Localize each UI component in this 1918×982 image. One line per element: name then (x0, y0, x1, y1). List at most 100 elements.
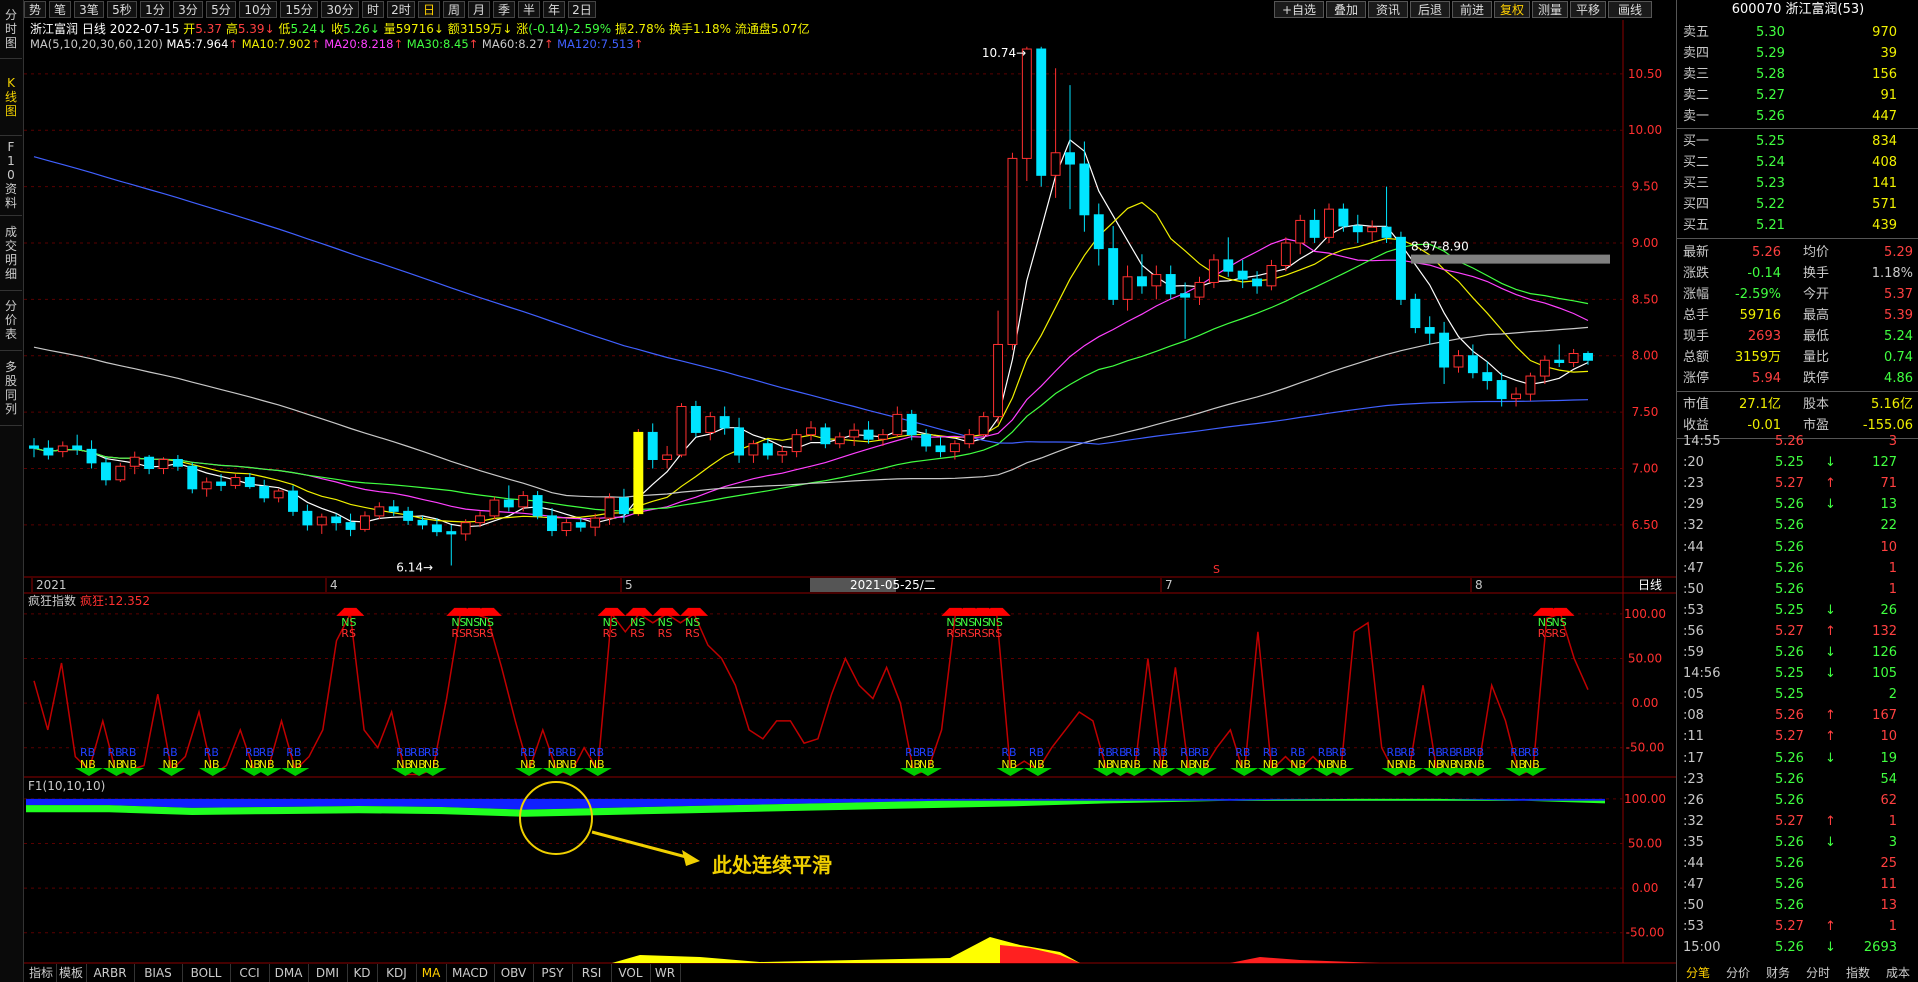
indicator2-bottom-red (1000, 945, 1080, 963)
bottom-tab-10[interactable]: MA (416, 964, 447, 982)
candle (115, 462, 126, 483)
candle (1482, 361, 1493, 390)
tick-volume: 2693 (1863, 940, 1897, 956)
bottom-tab-13[interactable]: PSY (533, 964, 573, 982)
nb-label: NB (561, 758, 577, 771)
bottom-tab-7[interactable]: DMI (308, 964, 348, 982)
rb-label: RB (1469, 746, 1484, 759)
bottom-tab-11[interactable]: MACD (446, 964, 495, 982)
bottom-tab-5[interactable]: CCI (230, 964, 270, 982)
tick-volume: 13 (1880, 898, 1897, 914)
indicator1-axis-label: 0.00 (1632, 696, 1659, 710)
candle (244, 473, 255, 489)
bottom-tab-4[interactable]: BOLL (182, 964, 231, 982)
tick-time: :47 (1683, 560, 1704, 576)
stat-label: 涨跌 (1683, 266, 1710, 281)
candle (921, 429, 932, 452)
bottom-tab-16[interactable]: WR (650, 964, 681, 982)
nb-label: NB (589, 758, 605, 771)
rb-label: RB (204, 746, 219, 759)
candle (43, 440, 54, 460)
bottom-tab-6[interactable]: DMA (269, 964, 309, 982)
bottom-tab-3[interactable]: BIAS (134, 964, 183, 982)
stat-value: 59716 (1739, 308, 1781, 323)
nb-label: NB (1235, 758, 1251, 771)
tick-direction: ↑ (1825, 813, 1836, 829)
tick-price: 5.26 (1775, 792, 1804, 808)
ask-price: 5.26 (1756, 109, 1785, 124)
bottom-tab-2[interactable]: ARBR (86, 964, 135, 982)
candle (647, 423, 658, 469)
bottom-tab-12[interactable]: OBV (494, 964, 534, 982)
fin-value: 5.16亿 (1871, 397, 1913, 412)
stat-row: 涨停 5.94 跌停 4.86 (1677, 368, 1918, 389)
tick-price: 5.26 (1775, 898, 1804, 914)
bottom-tab-8[interactable]: KD (347, 964, 378, 982)
tick-time: :23 (1683, 476, 1704, 492)
candle (978, 412, 989, 437)
tick-volume: 54 (1880, 771, 1897, 787)
candle (1568, 348, 1579, 368)
stat-label: 涨幅 (1683, 287, 1710, 302)
fin-value: 27.1亿 (1739, 397, 1781, 412)
overbought-marker (625, 607, 654, 616)
stat-value: 5.29 (1884, 245, 1913, 260)
quote-panel: 600070 浙江富润(53) 卖五 5.30 970 卖四 5.29 39 卖三 5.28 1… (1676, 0, 1918, 982)
tick-direction: ↓ (1825, 666, 1836, 682)
right-bottom-tab-0[interactable]: 分笔 (1678, 964, 1718, 982)
tick-row: 14:56 5.25 105 ↓ (1677, 663, 1918, 684)
bid-volume: 141 (1872, 176, 1897, 191)
stat-row: 总额 3159万 量比 0.74 (1677, 347, 1918, 368)
right-bottom-tab-4[interactable]: 指数 (1838, 964, 1878, 982)
candle (1093, 203, 1104, 266)
tick-row: :50 5.26 13 (1677, 895, 1918, 916)
ask-row: 卖三 5.28 156 (1677, 64, 1918, 85)
right-bottom-tab-1[interactable]: 分价 (1718, 964, 1758, 982)
indicator1-title: 疯狂指数 (28, 593, 76, 608)
stat-value: 2693 (1747, 329, 1781, 344)
candle (1194, 276, 1205, 305)
rb-label: RB (919, 746, 934, 759)
candle (1050, 68, 1061, 198)
stat-value: -0.14 (1747, 266, 1781, 281)
tick-time: :17 (1683, 750, 1704, 766)
tick-row: :32 5.27 1 ↑ (1677, 811, 1918, 832)
ask-label: 卖五 (1683, 25, 1710, 40)
tick-row: :50 5.26 1 (1677, 579, 1918, 600)
kline-chart[interactable]: 10.50 10.00 9.50 9.00 8.50 8.00 7.50 7.00 6.50 10… (0, 0, 1676, 964)
bottom-tab-15[interactable]: VOL (611, 964, 651, 982)
bottom-tab-9[interactable]: KDJ (377, 964, 417, 982)
ask-volume: 970 (1872, 25, 1897, 40)
indicator1-axis-label: 100.00 (1624, 607, 1666, 621)
bottom-tab-14[interactable]: RSI (572, 964, 612, 982)
bid-price: 5.22 (1756, 197, 1785, 212)
tick-row: :35 5.26 3 ↓ (1677, 832, 1918, 853)
bottom-tab-0[interactable]: 指标 (26, 964, 57, 982)
bid-volume: 408 (1872, 155, 1897, 170)
tick-direction: ↓ (1825, 940, 1836, 956)
tick-volume: 126 (1872, 645, 1897, 660)
bid-price: 5.24 (1756, 155, 1785, 170)
tick-price: 5.26 (1775, 856, 1804, 871)
candle (590, 513, 601, 537)
right-bottom-tab-2[interactable]: 财务 (1758, 964, 1798, 982)
tick-time: :11 (1683, 729, 1704, 745)
candle (1352, 214, 1363, 243)
tick-direction: ↑ (1825, 919, 1836, 935)
candle (849, 423, 860, 446)
tick-row: :20 5.25 127 ↓ (1677, 452, 1918, 473)
candle (86, 440, 97, 469)
rb-label: RB (1029, 746, 1044, 759)
tick-volume: 10 (1880, 539, 1897, 555)
tick-volume: 10 (1880, 729, 1897, 745)
bottom-tab-1[interactable]: 模板 (56, 964, 87, 982)
rb-label: RB (1001, 746, 1016, 759)
right-bottom-tab-3[interactable]: 分时 (1798, 964, 1838, 982)
stat-value: 5.24 (1884, 329, 1913, 344)
tick-volume: 167 (1872, 708, 1897, 724)
low-annotation: 6.14→ (396, 560, 433, 574)
fin-label: 市值 (1683, 397, 1710, 412)
candle (1424, 316, 1435, 345)
right-bottom-tab-5[interactable]: 成本 (1878, 964, 1918, 982)
candle (690, 400, 701, 437)
